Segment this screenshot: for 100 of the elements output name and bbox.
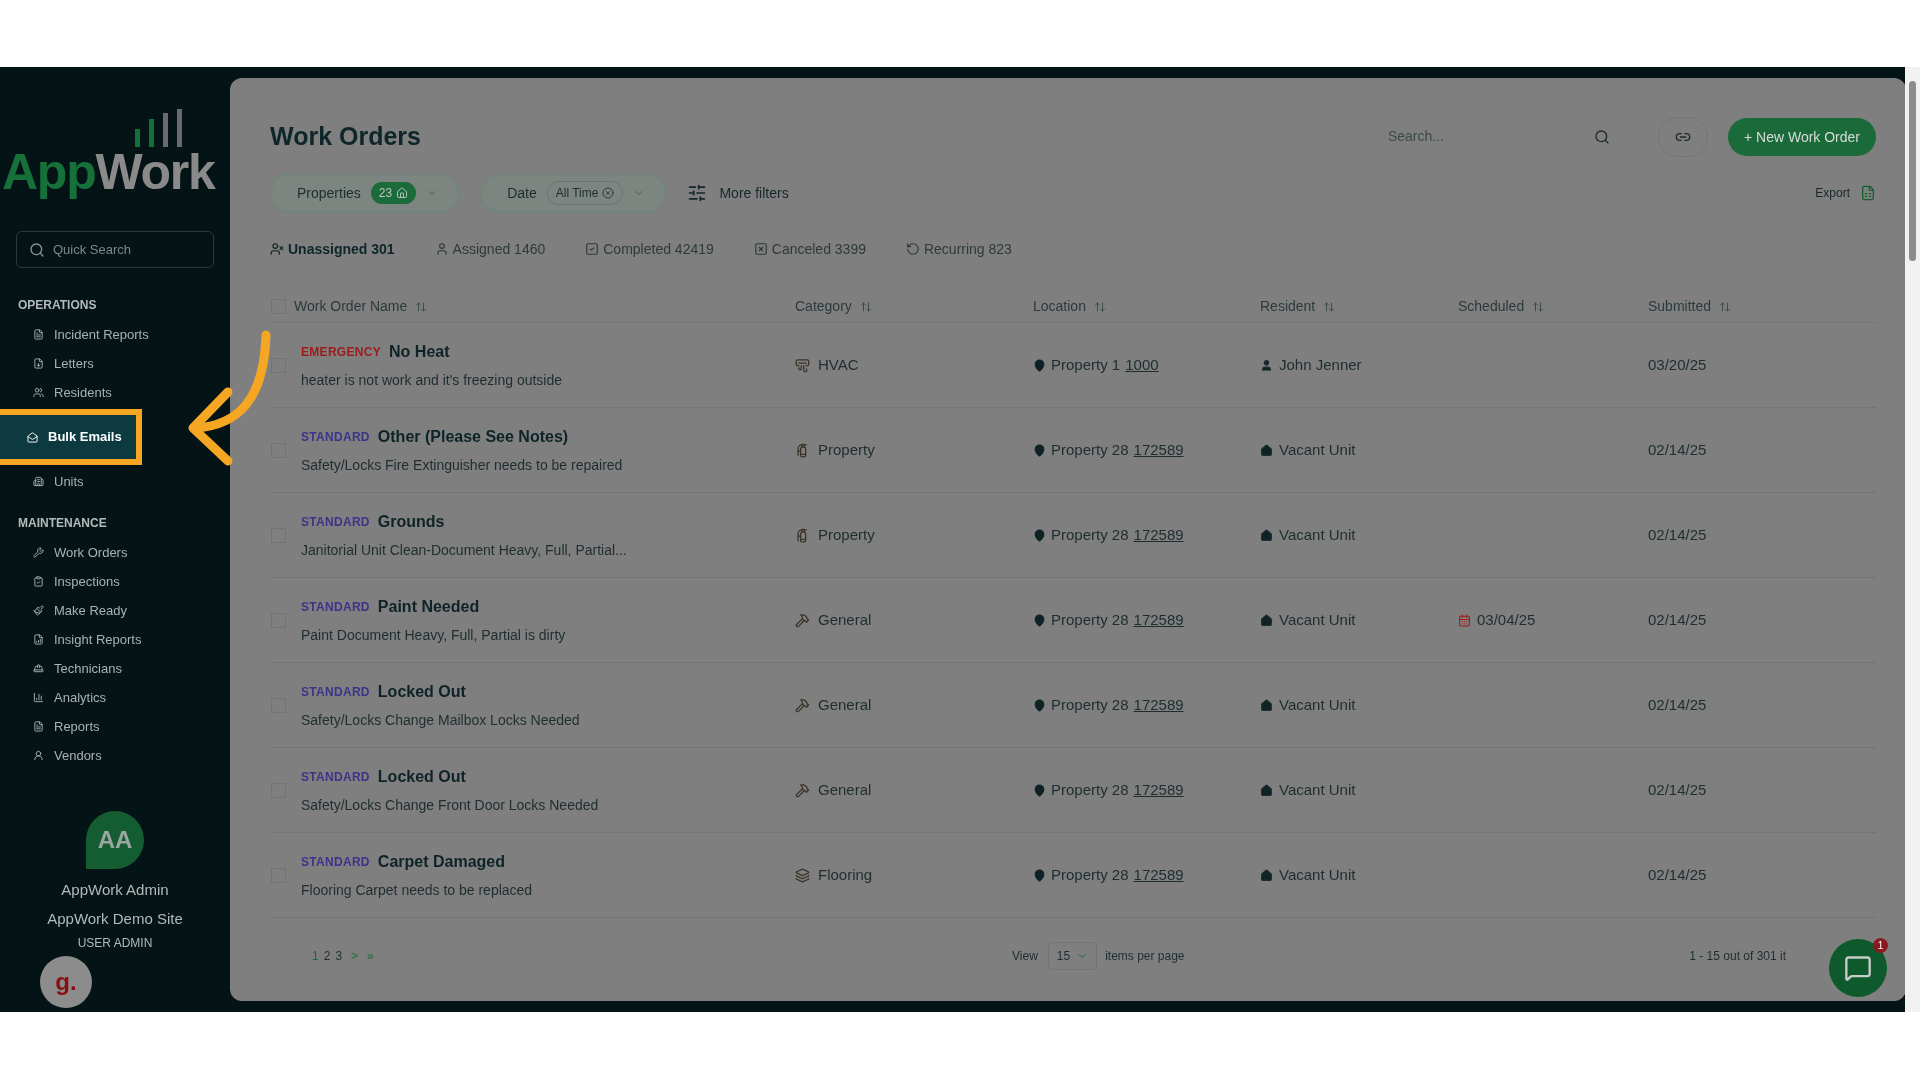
house-icon [1260,613,1273,627]
submitted-cell-text: 02/14/25 [1648,609,1707,630]
clear-icon [602,187,615,199]
column-header: Scheduled [1458,297,1525,316]
logo: AppWork [2,117,230,197]
per-page-label: items per page [1105,948,1185,965]
resident-cell-text: Vacant Unit [1279,524,1356,545]
unit-link[interactable]: 172589 [1133,608,1184,632]
sidebar-item[interactable]: Work Orders [0,538,230,567]
column-header: Work Order Name [294,297,408,316]
unit-link[interactable]: 172589 [1133,778,1184,802]
category-cell-text: HVAC [818,354,859,375]
people-icon [33,387,44,398]
page-link[interactable]: 3 [335,947,343,965]
submitted-cell-text: 03/20/25 [1648,354,1707,375]
location-cell-text: Property 1 [1051,354,1121,375]
unit-link[interactable]: 172589 [1133,523,1184,547]
status-tab[interactable]: Unassigned 301 [270,238,395,260]
priority-label: STANDARD [301,683,370,701]
house-icon [1260,698,1273,712]
pin-icon [1033,613,1046,627]
date-filter[interactable]: Date All Time [480,173,668,213]
unit-link[interactable]: 172589 [1133,693,1184,717]
sidebar-item[interactable]: Bulk Emails [0,409,142,465]
more-filters-button[interactable]: More filters [687,182,789,204]
chart-document-icon [33,634,44,645]
resident-cell-text: Vacant Unit [1279,439,1356,460]
sliders-icon [687,183,708,203]
status-tab[interactable]: Assigned 1460 [434,238,546,260]
per-page-select[interactable]: 15 [1047,942,1098,970]
work-order-description: heater is not work and it's freezing outside [301,370,563,390]
properties-filter[interactable]: Properties 23 [270,173,461,213]
work-order-description: Janitorial Unit Clean-Document Heavy, Full, Partial... [301,540,627,560]
bar-chart-icon [33,692,44,703]
work-order-title[interactable]: Locked Out [377,679,466,704]
category-cell-text: Property [818,439,875,460]
site-name: AppWork Demo Site [47,908,183,929]
resident-cell-text: Vacant Unit [1279,609,1356,630]
sort-icon[interactable] [1323,300,1336,313]
unit-link[interactable]: 172589 [1133,438,1184,462]
status-tab[interactable]: Completed 42419 [585,238,714,260]
sort-icon[interactable] [1719,300,1732,313]
document-icon [33,329,44,340]
work-order-description: Flooring Carpet needs to be replaced [301,880,533,900]
resident-cell-text: Vacant Unit [1279,864,1356,885]
sort-icon[interactable] [1532,300,1545,313]
new-work-order-button[interactable]: + New Work Order [1727,118,1876,156]
quick-search-input[interactable]: Quick Search [53,239,193,260]
priority-label: STANDARD [301,853,370,871]
quick-search-field[interactable]: Quick Search [16,231,214,268]
user-name: AppWork Admin [61,880,169,900]
category-cell-text: Flooring [818,864,873,885]
location-cell-text: Property 28 [1051,864,1129,885]
resident-cell-text: John Jenner [1279,354,1362,375]
sidebar-item[interactable]: Make Ready [0,596,230,625]
resident-cell-text: Vacant Unit [1279,694,1356,715]
submitted-cell-text: 02/14/25 [1648,779,1707,800]
work-order-title[interactable]: Carpet Damaged [377,849,505,874]
priority-label: STANDARD [301,598,370,616]
category-cell-text: General [818,779,872,800]
helper-button[interactable]: g. [40,956,92,1008]
work-order-title[interactable]: Locked Out [377,764,466,789]
sidebar-item[interactable]: Analytics [0,683,230,712]
sort-icon[interactable] [1093,300,1106,313]
sidebar-item[interactable]: Reports [0,712,230,741]
sort-icon[interactable] [415,300,428,313]
search-icon [1593,128,1610,145]
unit-link[interactable]: 172589 [1133,863,1184,887]
hammer-icon [795,697,810,713]
hammer-icon [795,782,810,798]
work-order-title[interactable]: Paint Needed [377,594,480,619]
sidebar-item[interactable]: Letters [0,349,230,378]
sort-icon[interactable] [859,300,872,313]
sidebar-item[interactable]: Vendors [0,741,230,770]
sidebar-item[interactable]: Incident Reports [0,320,230,349]
work-order-title[interactable]: Grounds [377,509,445,534]
work-order-title[interactable]: Other (Please See Notes) [377,424,569,449]
brush-icon [33,605,44,616]
work-order-title[interactable]: No Heat [389,339,450,364]
hard-hat-icon [33,663,44,674]
sidebar-item[interactable]: Residents [0,378,230,407]
column-header: Location [1033,297,1086,316]
location-cell-text: Property 28 [1051,779,1129,800]
sidebar-item[interactable]: Inspections [0,567,230,596]
sidebar-item[interactable]: Units [0,467,230,496]
envelope-icon [27,431,38,443]
sidebar-item[interactable]: Insight Reports [0,625,230,654]
pin-icon [1033,868,1046,882]
export-button[interactable]: Export [1815,184,1876,202]
resident-cell-text: Vacant Unit [1279,779,1356,800]
page-link[interactable]: 2 [323,947,331,965]
chat-icon [1844,954,1872,982]
work-order-description: Paint Document Heavy, Full, Partial is dirty [301,625,566,645]
sidebar-item[interactable]: Technicians [0,654,230,683]
search-field[interactable]: Search... [1387,126,1594,147]
house-icon [396,187,409,199]
status-tab[interactable]: Recurring 823 [905,238,1012,260]
pin-icon [1033,783,1046,797]
unit-link[interactable]: 1000 [1125,353,1159,377]
status-tab[interactable]: Canceled 3399 [753,238,866,260]
